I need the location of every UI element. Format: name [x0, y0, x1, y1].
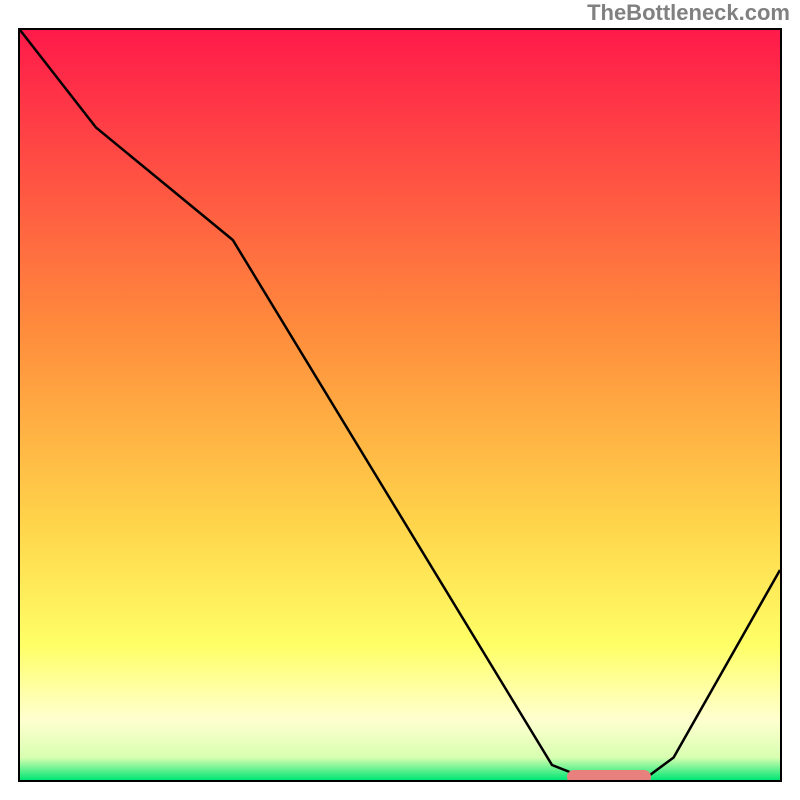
- optimum-marker: [567, 770, 651, 783]
- bottleneck-curve: [20, 30, 780, 780]
- chart-container: TheBottleneck.com: [0, 0, 800, 800]
- watermark-text: TheBottleneck.com: [587, 0, 790, 26]
- plot-frame: [18, 28, 782, 782]
